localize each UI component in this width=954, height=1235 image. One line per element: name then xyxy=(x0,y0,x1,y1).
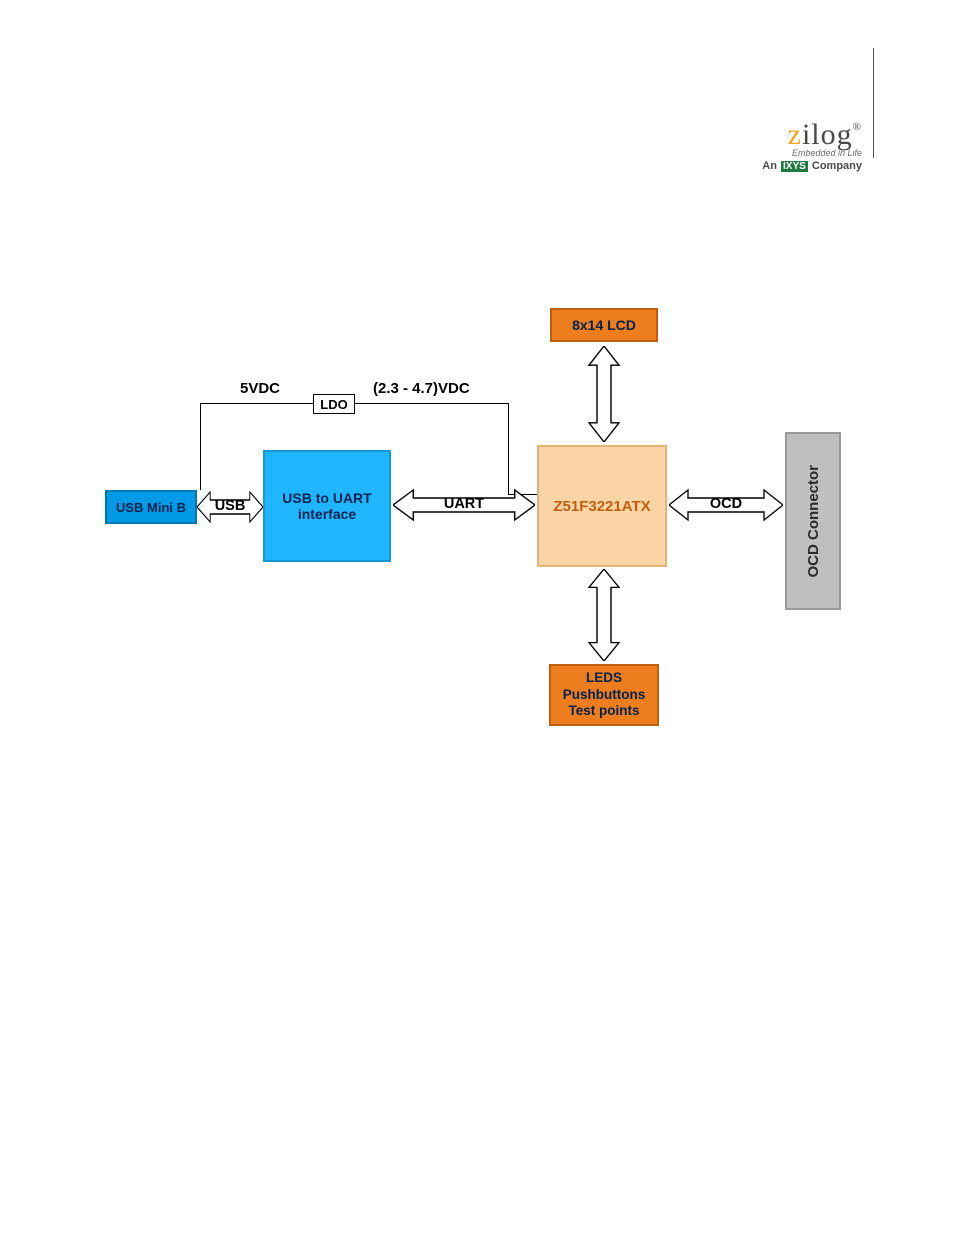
logo-text: zilog® xyxy=(762,120,862,150)
lcd-block: 8x14 LCD xyxy=(550,308,658,342)
logo-tagline: Embedded in Life xyxy=(762,148,862,158)
block-diagram: 5VDC LDO (2.3 - 4.7)VDC USB Mini B USB t… xyxy=(95,330,885,770)
wire-h-ldo-out xyxy=(355,403,509,404)
logo-sub-pre: An xyxy=(762,160,780,172)
ocd-connector-text: OCD Connector xyxy=(805,465,822,578)
usb-to-uart-block: USB to UART interface xyxy=(263,450,391,562)
label-5vdc: 5VDC xyxy=(240,380,280,397)
ixys-box: IXYS xyxy=(781,161,808,172)
company-logo: zilog® Embedded in Life An IXYS Company xyxy=(762,120,862,172)
logo-rest: ilog xyxy=(802,118,853,151)
ldo-block: LDO xyxy=(313,394,355,414)
logo-z: z xyxy=(788,118,802,151)
arrow-uart: UART xyxy=(393,488,535,522)
label-vreg: (2.3 - 4.7)VDC xyxy=(373,380,470,397)
arrow-usb: USB xyxy=(197,490,263,524)
io-block: LEDS Pushbuttons Test points xyxy=(549,664,659,726)
page: zilog® Embedded in Life An IXYS Company … xyxy=(0,0,954,1235)
mcu-block: Z51F3221ATX xyxy=(537,445,667,567)
logo-sub-post: Company xyxy=(809,160,862,172)
logo-subline: An IXYS Company xyxy=(762,160,862,172)
wire-h-5v xyxy=(200,403,313,404)
usb-mini-b-block: USB Mini B xyxy=(105,490,197,524)
arrow-lcd xyxy=(587,346,621,442)
arrow-ocd: OCD xyxy=(669,488,783,522)
arrow-io xyxy=(587,569,621,661)
wire-vertical-mcu xyxy=(508,403,509,495)
wire-vertical-usb xyxy=(200,403,201,490)
logo-reg: ® xyxy=(853,121,862,133)
ocd-connector-block: OCD Connector xyxy=(785,432,841,610)
header-divider xyxy=(873,48,874,158)
